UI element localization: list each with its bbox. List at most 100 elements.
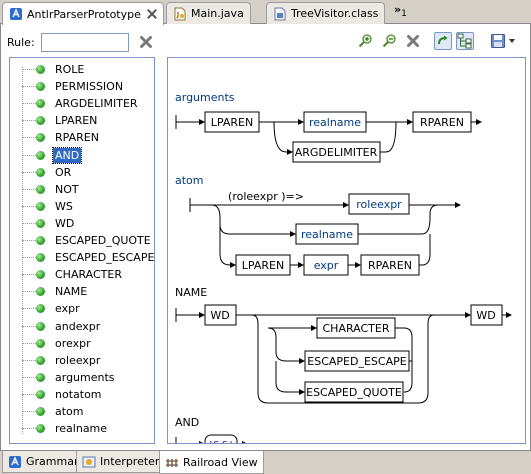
rule-title-name: NAME <box>175 286 207 299</box>
rule-item-orexpr[interactable]: orexpr <box>10 335 150 352</box>
rule-label: WS <box>55 199 73 213</box>
rule-status-icon <box>36 321 45 331</box>
rule-filter-input[interactable] <box>40 32 129 52</box>
overflow-count: 1 <box>401 9 407 20</box>
rule-label: realname <box>55 422 108 436</box>
rule-item-wd[interactable]: WD <box>10 215 150 232</box>
rule-item-permission[interactable]: PERMISSION <box>10 78 150 95</box>
tree-connector <box>22 411 36 412</box>
tab-label: Main.java <box>191 7 244 20</box>
rule-item-role[interactable]: ROLE <box>10 61 150 78</box>
rule-status-icon <box>36 99 45 109</box>
clear-icon[interactable] <box>404 32 422 50</box>
rule-label: CHARACTER <box>55 268 122 282</box>
tree-connector <box>22 205 36 207</box>
predicate-label: (roleexpr )=> <box>228 190 304 203</box>
tree-connector <box>22 171 36 173</box>
tab-railroad-view[interactable]: Railroad View <box>159 451 264 474</box>
rule-list: ROLE PERMISSION ARGDELIMITER LPAREN RPAREN AN… <box>9 57 155 444</box>
tab-label: TreeVisitor.class <box>291 7 379 20</box>
rule-status-icon <box>36 201 45 211</box>
editor-tab-bar: AntlrParserPrototype Main.java TreeVisit… <box>0 0 531 25</box>
dropdown-icon[interactable] <box>507 32 517 50</box>
save-icon[interactable] <box>489 32 507 50</box>
tree-connector <box>22 240 36 241</box>
rule-item-atom[interactable]: atom <box>10 403 150 420</box>
tab-label: Railroad View <box>183 455 258 469</box>
rule-status-icon <box>36 389 45 399</box>
rule-item-ws[interactable]: WS <box>10 198 150 215</box>
tree-connector <box>22 393 36 395</box>
zoom-in-icon[interactable] <box>357 32 375 50</box>
rule-label: arguments <box>55 370 115 384</box>
zoom-out-icon[interactable] <box>381 32 399 50</box>
rule-item-and[interactable]: AND <box>10 146 150 164</box>
rule-item-not[interactable]: NOT <box>10 181 150 198</box>
tab-antlr-parser-prototype[interactable]: AntlrParserPrototype <box>2 2 164 25</box>
tree-connector <box>22 154 36 156</box>
rule-title-atom: atom <box>175 174 204 187</box>
literal-and-label: '&&' <box>209 439 232 444</box>
railroad-icon <box>166 459 178 467</box>
rule-label: andexpr <box>55 319 101 333</box>
rule-label: NAME <box>55 285 88 299</box>
tab-interpreter[interactable]: Interpreter <box>76 451 166 473</box>
tree-connector <box>22 86 36 88</box>
rule-status-icon <box>36 304 45 314</box>
rule-status-icon <box>36 133 45 143</box>
rule-status-icon <box>36 184 45 194</box>
tree-layout-icon[interactable] <box>456 32 474 50</box>
rule-title-and: AND <box>175 416 199 429</box>
tab-treevisitor-class[interactable]: TreeVisitor.class <box>266 2 386 24</box>
rule-status-icon <box>36 338 45 348</box>
rule-status-icon <box>36 82 45 92</box>
class-file-icon <box>274 7 286 20</box>
rule-label: OR <box>55 165 72 179</box>
close-icon[interactable] <box>147 9 157 19</box>
rule-item-or[interactable]: OR <box>10 164 150 181</box>
rule-label: ESCAPED_ESCAPE <box>55 251 155 265</box>
tab-label: AntlrParserPrototype <box>27 7 141 21</box>
rule-item-arguments[interactable]: arguments <box>10 369 150 386</box>
rule-item-escaped-escape[interactable]: ESCAPED_ESCAPE <box>10 249 154 266</box>
rule-label: notatom <box>55 387 102 401</box>
rule-item-expr[interactable]: expr <box>10 300 150 317</box>
link-icon[interactable] <box>434 32 452 50</box>
rule-item-character[interactable]: CHARACTER <box>10 266 150 283</box>
rule-item-roleexpr[interactable]: roleexpr <box>10 352 150 369</box>
rule-item-name[interactable]: NAME <box>10 283 150 300</box>
box-argdelimiter-label: ARGDELIMITER <box>295 146 378 159</box>
tab-grammar[interactable]: Grammar <box>2 451 85 473</box>
rule-item-andexpr[interactable]: andexpr <box>10 318 150 335</box>
rule-item-argdelimiter[interactable]: ARGDELIMITER <box>10 95 150 112</box>
rule-status-icon <box>36 270 45 280</box>
rule-status-icon <box>36 372 45 382</box>
rule-status-icon <box>36 218 45 228</box>
rule-label: PERMISSION <box>55 80 124 94</box>
box-wd-right-label: WD <box>476 309 495 322</box>
rule-label: ROLE <box>55 63 85 76</box>
tab-label: Interpreter <box>100 455 160 468</box>
rule-status-icon <box>36 253 45 263</box>
rule-label: LPAREN <box>55 114 98 128</box>
box-escaped-escape-label: ESCAPED_ESCAPE <box>307 355 406 368</box>
rule-item-rparen[interactable]: RPAREN <box>10 129 150 146</box>
rule-status-icon <box>36 424 45 434</box>
tab-main-java[interactable]: Main.java <box>166 2 251 24</box>
rule-label: RPAREN <box>55 131 99 145</box>
rule-item-notatom[interactable]: notatom <box>10 386 150 403</box>
rule-item-realname[interactable]: realname <box>10 420 150 437</box>
rule-item-lparen[interactable]: LPAREN <box>10 112 150 129</box>
tree-connector <box>22 308 36 310</box>
rule-item-escaped-quote[interactable]: ESCAPED_QUOTE <box>10 232 151 249</box>
clear-filter-icon[interactable] <box>139 35 153 49</box>
rule-title-arguments: arguments <box>175 91 235 104</box>
tab-overflow-button[interactable]: »1 <box>394 3 407 19</box>
railroad-diagram-canvas: arguments LPAREN realname ARGDELIMITER R… <box>175 91 512 444</box>
rule-label: AND <box>51 146 83 164</box>
tree-connector <box>22 342 36 344</box>
box-escaped-quote-label: ESCAPED_QUOTE <box>306 386 402 399</box>
rule-status-icon <box>36 150 45 160</box>
box-rparen-atom-label: RPAREN <box>368 259 412 272</box>
railroad-diagram: arguments LPAREN realname ARGDELIMITER R… <box>167 57 526 444</box>
